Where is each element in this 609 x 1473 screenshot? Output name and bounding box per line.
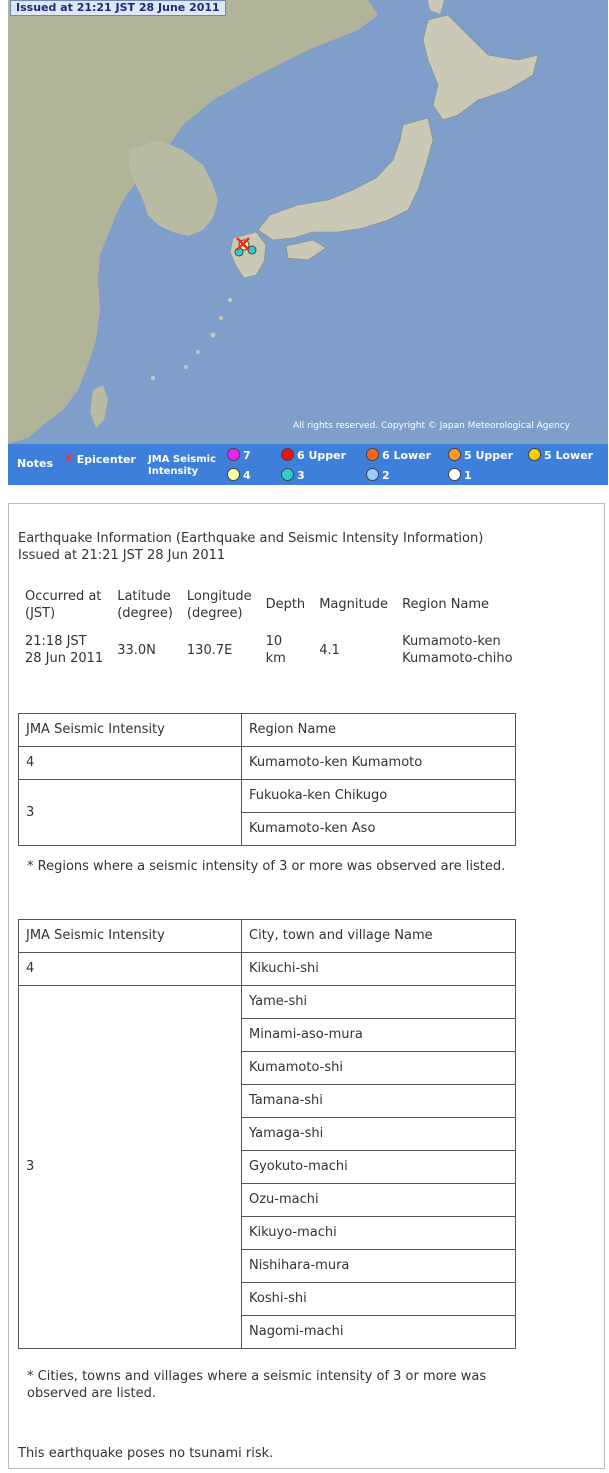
intensity-1-icon <box>448 468 461 481</box>
honshu-land <box>257 117 434 241</box>
table-row: 3 Yame-shi <box>18 985 516 1349</box>
city-intensity-3: 3 <box>18 985 242 1349</box>
city-name: Nishihara-mura <box>241 1249 516 1283</box>
city-name: Gyokuto-machi <box>241 1150 516 1184</box>
region-name: Kumamoto-ken Aso <box>241 812 516 846</box>
region-name: Kumamoto-ken Kumamoto <box>241 746 516 780</box>
city-name: Koshi-shi <box>241 1282 516 1316</box>
city-name: Yame-shi <box>241 985 516 1019</box>
legend-item-7: 7 <box>227 448 251 462</box>
city-name: Minami-aso-mura <box>241 1018 516 1052</box>
legend-item-2: 2 <box>366 468 390 482</box>
table-row: 3 Fukuoka-ken Chikugo <box>18 779 516 846</box>
legend-item-6upper: 6 Upper <box>281 448 346 462</box>
info-header: Earthquake Information (Earthquake and S… <box>18 530 483 564</box>
info-title: Earthquake Information (Earthquake and S… <box>18 531 484 546</box>
quake-region: Kumamoto-ken Kumamoto-chiho <box>402 634 513 666</box>
city-name: Kikuchi-shi <box>241 952 516 986</box>
quake-magnitude: 4.1 <box>319 642 340 658</box>
legend-item-3: 3 <box>281 468 305 482</box>
legend-jma-label: JMA Seismic Intensity <box>148 454 217 477</box>
taiwan-land <box>90 385 108 428</box>
region-table-header-name: Region Name <box>241 713 516 747</box>
legend-epicenter: ✕ Epicenter <box>63 451 136 467</box>
region-note: * Regions where a seismic intensity of 3… <box>27 859 506 874</box>
city-intensity-table: JMA Seismic Intensity City, town and vil… <box>18 919 516 1349</box>
seismic-map: Issued at 21:21 JST 28 June 2011 All rig… <box>8 0 608 444</box>
intensity-5lower-icon <box>528 448 541 461</box>
intensity-3-icon <box>281 468 294 481</box>
table-row: 4 Kikuchi-shi <box>18 952 516 986</box>
legend-item-1: 1 <box>448 468 472 482</box>
city-name: Yamaga-shi <box>241 1117 516 1151</box>
legend-item-5upper: 5 Upper <box>448 448 513 462</box>
header-magnitude: Magnitude <box>319 597 389 612</box>
legend-item-5lower: 5 Lower <box>528 448 593 462</box>
intensity-6lower-icon <box>366 448 379 461</box>
legend-notes-label: Notes <box>17 457 54 470</box>
intensity-2-icon <box>366 468 379 481</box>
city-name: Tamana-shi <box>241 1084 516 1118</box>
legend-item-6lower: 6 Lower <box>366 448 431 462</box>
tsunami-statement: This earthquake poses no tsunami risk. <box>18 1446 274 1461</box>
region-table-header-intensity: JMA Seismic Intensity <box>18 713 242 747</box>
city-intensity-4: 4 <box>18 952 242 986</box>
header-longitude: Longitude (degree) <box>186 588 252 621</box>
map-graphic <box>8 0 539 444</box>
region-intensity-3: 3 <box>18 779 242 846</box>
header-region: Region Name <box>402 597 490 612</box>
quake-latitude: 33.0N <box>117 642 156 658</box>
map-legend: Notes ✕ Epicenter JMA Seismic Intensity 7 … <box>8 444 608 485</box>
epicenter-cross-icon: ✕ <box>63 451 75 467</box>
city-table-header-intensity: JMA Seismic Intensity <box>18 919 242 953</box>
info-issued: Issued at 21:21 JST 28 Jun 2011 <box>18 548 226 563</box>
korea-land <box>128 140 218 236</box>
city-name: Nagomi-machi <box>241 1315 516 1349</box>
city-name: Ozu-machi <box>241 1183 516 1217</box>
header-depth: Depth <box>265 597 306 612</box>
map-issued-label: Issued at 21:21 JST 28 June 2011 <box>10 0 226 16</box>
map-copyright: All rights reserved. Copyright © Japan M… <box>293 421 570 431</box>
quake-longitude: 130.7E <box>186 642 233 658</box>
city-name: Kumamoto-shi <box>241 1051 516 1085</box>
intensity-7-icon <box>227 448 240 461</box>
intensity-5upper-icon <box>448 448 461 461</box>
quake-depth: 10 km <box>265 634 286 666</box>
earthquake-info-panel: Earthquake Information (Earthquake and S… <box>8 503 605 1469</box>
header-occurred: Occurred at (JST) <box>25 588 102 621</box>
region-name: Fukuoka-ken Chikugo <box>241 779 516 813</box>
header-latitude: Latitude (degree) <box>117 588 173 621</box>
hokkaido-land <box>422 14 539 121</box>
region-intensity-table: JMA Seismic Intensity Region Name 4 Kuma… <box>18 713 516 846</box>
city-name: Kikuyo-machi <box>241 1216 516 1250</box>
city-note: * Cities, towns and villages where a sei… <box>27 1369 487 1401</box>
quake-time: 21:18 JST 28 Jun 2011 <box>25 634 104 666</box>
quake-summary-table: Occurred at (JST) Latitude (degree) Longit… <box>18 584 520 675</box>
legend-epicenter-label: Epicenter <box>76 453 136 466</box>
intensity-6upper-icon <box>281 448 294 461</box>
intensity-4-icon <box>227 468 240 481</box>
region-intensity-4: 4 <box>18 746 242 780</box>
legend-item-4: 4 <box>227 468 251 482</box>
city-table-header-name: City, town and village Name <box>241 919 516 953</box>
table-row: 4 Kumamoto-ken Kumamoto <box>18 746 516 780</box>
